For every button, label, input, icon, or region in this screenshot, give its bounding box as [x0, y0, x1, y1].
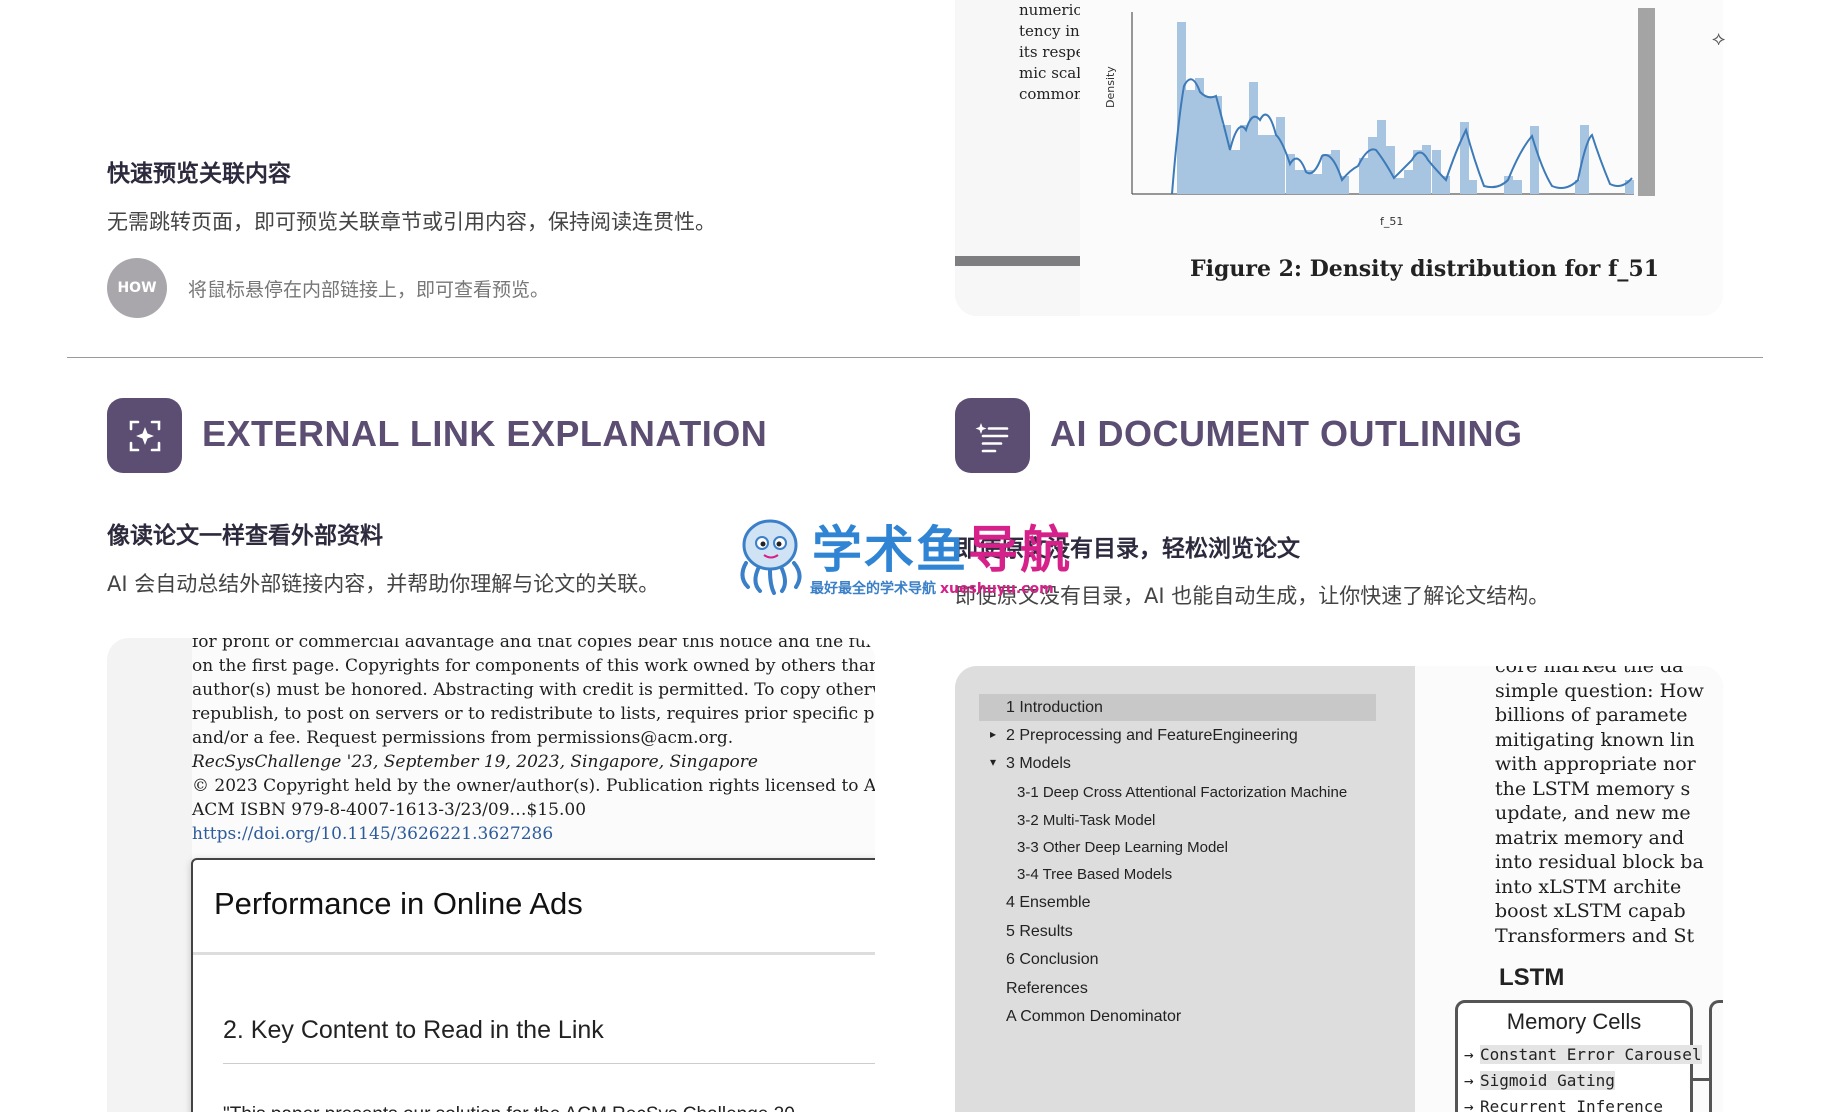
- popup-divider: [193, 952, 875, 955]
- external-link-feature-title: 像读论文一样查看外部资料: [107, 523, 383, 549]
- collapse-toggle-icon[interactable]: ▾: [990, 755, 996, 769]
- paper-line: simple question: How: [1495, 679, 1704, 702]
- diagram-next-box: [1709, 1000, 1723, 1112]
- density-xlabel: f_51: [1380, 215, 1403, 228]
- expand-toggle-icon[interactable]: ▸: [990, 727, 996, 741]
- outline-subitem[interactable]: 3-3 Other Deep Learning Model: [1017, 839, 1228, 856]
- paper-text: core marked the da simple question: How …: [1495, 666, 1704, 948]
- watermark-url: xueshuyu.com: [940, 581, 1054, 597]
- density-ylabel: Density: [1104, 66, 1117, 108]
- paper-line: mitigating known lin: [1495, 728, 1695, 751]
- external-link-section-icon: [107, 398, 182, 473]
- paper-line: update, and new me: [1495, 802, 1691, 824]
- paper-line: and/or a fee. Request permissions from p…: [192, 728, 734, 748]
- arrow-icon: →: [1464, 1097, 1474, 1112]
- outline-item[interactable]: References: [1006, 980, 1088, 998]
- paper-line: on the first page. Copyrights for compon…: [192, 656, 875, 676]
- watermark-logo: [730, 515, 810, 599]
- outline-subitem[interactable]: 3-2 Multi-Task Model: [1017, 812, 1155, 829]
- paper-line: into residual block ba: [1495, 851, 1704, 873]
- doi-link[interactable]: https://doi.org/10.1145/3626221.3627286: [192, 822, 875, 846]
- outlining-section-title: AI DOCUMENT OUTLINING: [1050, 413, 1523, 454]
- watermark-tagline: 最好最全的学术导航: [810, 581, 936, 597]
- octopus-mascot-icon: [740, 519, 802, 595]
- paper-line: author(s) must be honored. Abstracting w…: [192, 680, 875, 700]
- outline-item[interactable]: 4 Ensemble: [1006, 894, 1091, 912]
- outline-subitem[interactable]: 3-1 Deep Cross Attentional Factorization…: [1017, 784, 1347, 801]
- paper-line: © 2023 Copyright held by the owner/autho…: [192, 776, 875, 796]
- paper-line: with appropriate nor: [1495, 753, 1696, 775]
- sparkle-frame-icon: [129, 420, 160, 451]
- histogram-bars: [1177, 22, 1634, 194]
- outline-item[interactable]: 6 Conclusion: [1006, 951, 1099, 969]
- diagram-item: Constant Error Carousel: [1480, 1045, 1702, 1064]
- outline-subitem[interactable]: 3-4 Tree Based Models: [1017, 866, 1172, 883]
- outlining-section-icon: [955, 398, 1030, 473]
- diagram-item: Sigmoid Gating: [1480, 1071, 1615, 1090]
- link-cursor-icon: ⟡: [1712, 26, 1726, 50]
- popup-rule: [223, 1063, 875, 1064]
- watermark-title-part1: 学术鱼: [812, 521, 968, 579]
- external-link-screenshot: for profit or commercial advantage and t…: [107, 638, 875, 1112]
- outlining-screenshot: 1 Introduction ▸ 2 Preprocessing and Fea…: [955, 666, 1723, 1112]
- outline-item[interactable]: 2 Preprocessing and FeatureEngineering: [1006, 727, 1298, 745]
- paper-line: core marked the da: [1495, 666, 1684, 677]
- diagram-item: Recurrent Inference: [1480, 1097, 1664, 1112]
- memory-cells-title: Memory Cells: [1506, 1009, 1642, 1034]
- list-outline-icon: [975, 422, 1008, 452]
- paper-line: republish, to post on servers or to redi…: [192, 704, 875, 724]
- popup-heading: 2. Key Content to Read in the Link: [223, 1016, 604, 1044]
- external-link-section-title: EXTERNAL LINK EXPLANATION: [202, 413, 768, 454]
- popup-body: "This paper presents our solution for th…: [223, 1104, 795, 1112]
- paper-line: the LSTM memory s: [1495, 777, 1691, 800]
- external-link-feature-description: AI 会自动总结外部链接内容，并帮助你理解与论文的关联。: [107, 572, 660, 596]
- popup-title: Performance in Online Ads: [214, 886, 583, 921]
- how-text: 将鼠标悬停在内部链接上，即可查看预览。: [188, 279, 550, 301]
- outline-sidebar: 1 Introduction ▸ 2 Preprocessing and Fea…: [955, 666, 1415, 1112]
- watermark-title-part2: 导航: [968, 521, 1072, 579]
- paper-line: Transformers and St: [1495, 924, 1695, 947]
- link-summary-popup: Performance in Online Ads 2. Key Content…: [191, 858, 875, 1112]
- figure-caption: Figure 2: Density distribution for f_51: [1190, 256, 1660, 282]
- memory-cells-box: Memory Cells → Constant Error Carousel →…: [1455, 1000, 1702, 1112]
- outline-paper-page: core marked the da simple question: How …: [1415, 666, 1723, 1112]
- arrow-icon: →: [1464, 1071, 1474, 1090]
- outline-item[interactable]: 5 Results: [1006, 923, 1073, 941]
- paper-text-strip: numerica tency in its respe mic scale co…: [955, 0, 1091, 316]
- figure-preview-panel: Density f_51 Figure 2: Density distribut…: [1080, 0, 1723, 316]
- paper-line: for profit or commercial advantage and t…: [192, 638, 875, 652]
- density-plot: Density f_51: [1104, 8, 1655, 228]
- arrow-icon: →: [1464, 1045, 1474, 1064]
- paper-footnote: for profit or commercial advantage and t…: [192, 638, 875, 846]
- paper-line: matrix memory and: [1495, 826, 1685, 849]
- watermark-subtitle: 最好最全的学术导航 xueshuyu.com: [810, 578, 1054, 598]
- paper-line: into xLSTM archite: [1495, 875, 1682, 898]
- preview-screenshot: numerica tency in its respe mic scale co…: [955, 0, 1723, 316]
- preview-feature-description: 无需跳转页面，即可预览关联章节或引用内容，保持阅读连贯性。: [107, 210, 716, 234]
- paper-line: ACM ISBN 979-8-4007-1613-3/23/09…$15.00: [192, 800, 587, 820]
- watermark-title: 学术鱼导航: [812, 510, 1072, 582]
- diagram-title: LSTM: [1499, 964, 1565, 991]
- paper-line: billions of paramete: [1495, 704, 1688, 726]
- paper-scroll-bar: [955, 256, 1080, 266]
- outline-item[interactable]: A Common Denominator: [1006, 1008, 1181, 1026]
- how-badge: HOW: [107, 258, 167, 318]
- outline-item[interactable]: 1 Introduction: [1006, 699, 1103, 717]
- figure-scrollbar[interactable]: [1638, 8, 1655, 196]
- preview-feature-title: 快速预览关联内容: [107, 161, 291, 187]
- paper-line: RecSysChallenge '23, September 19, 2023,…: [192, 752, 758, 772]
- outline-item[interactable]: 3 Models: [1006, 755, 1071, 773]
- section-divider: [67, 357, 1763, 358]
- paper-line: boost xLSTM capab: [1495, 900, 1686, 922]
